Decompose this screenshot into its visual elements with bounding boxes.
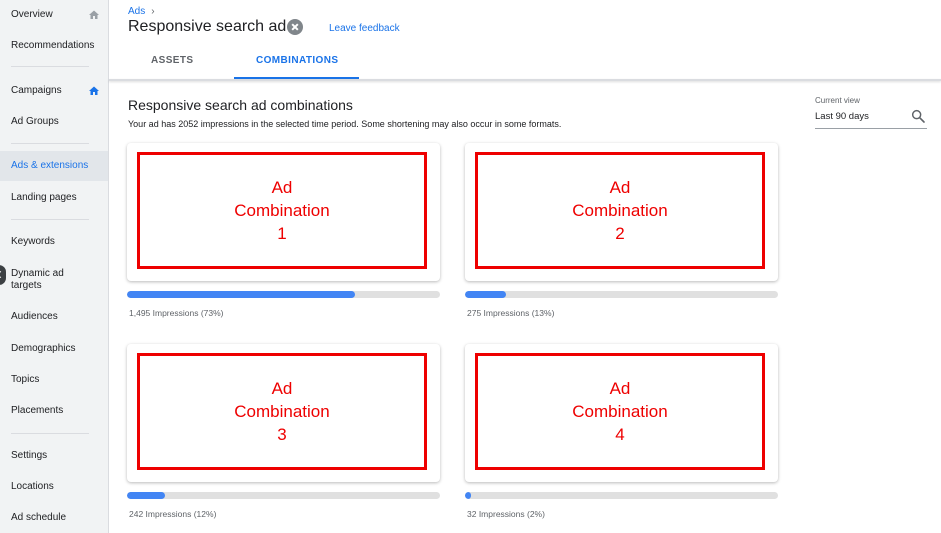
sidebar-item-label: Placements (11, 405, 64, 416)
sidebar-item-demographics[interactable]: Demographics (0, 343, 108, 355)
combination-number: 1 (277, 224, 287, 243)
sidebar-item-topics[interactable]: Topics (0, 374, 108, 386)
impressions-label: 275 Impressions (13%) (467, 308, 555, 318)
date-range-underline (815, 128, 927, 129)
sidebar-item-landing-pages[interactable]: Landing pages (0, 192, 108, 204)
combination-text: Combination (234, 201, 330, 220)
impressions-bar (465, 492, 778, 499)
sidebar: Overview Recommendations Campaigns Ad Gr… (0, 0, 109, 533)
home-icon (89, 10, 99, 19)
tab-combinations[interactable]: COMBINATIONS (256, 55, 338, 66)
impressions-bar-fill (127, 291, 356, 298)
leave-feedback-link[interactable]: Leave feedback (329, 23, 400, 34)
combination-text: Ad (271, 379, 293, 398)
sidebar-item-label: Locations (11, 481, 54, 492)
sidebar-item-label: Keywords (11, 236, 55, 247)
sidebar-item-audiences[interactable]: Audiences (0, 311, 108, 323)
sidebar-item-label: Settings (11, 450, 48, 461)
sidebar-item-ad-schedule[interactable]: Ad schedule (0, 512, 108, 524)
breadcrumb-link-ads[interactable]: Ads (128, 6, 145, 17)
sidebar-item-label: Landing pages (11, 192, 77, 203)
sidebar-item-label: Overview (11, 9, 53, 20)
combination-number: 2 (615, 224, 625, 243)
search-icon[interactable] (910, 108, 926, 124)
sidebar-item-dynamic-ad-targets[interactable]: Dynamic ad targets (0, 268, 80, 292)
date-range-selector[interactable]: Last 90 days (815, 111, 869, 122)
sidebar-item-settings[interactable]: Settings (0, 450, 108, 462)
combination-text: Ad (609, 379, 631, 398)
breadcrumb: Ads › (128, 6, 155, 17)
sidebar-item-locations[interactable]: Locations (0, 481, 108, 493)
sidebar-item-label: Campaigns (11, 85, 62, 96)
sidebar-item-ad-groups[interactable]: Ad Groups (0, 116, 108, 128)
combination-text: Combination (572, 402, 668, 421)
chevron-right-icon: › (151, 6, 155, 17)
impressions-label: 1,495 Impressions (73%) (129, 308, 224, 318)
impressions-bar (127, 291, 440, 298)
sidebar-item-overview[interactable]: Overview (0, 9, 108, 21)
impressions-bar (127, 492, 440, 499)
sidebar-item-label: Demographics (11, 343, 76, 354)
page-title: Responsive search ad (128, 18, 287, 35)
sidebar-item-keywords[interactable]: Keywords (0, 236, 108, 248)
header-divider (109, 79, 941, 81)
impressions-bar-fill (127, 492, 165, 499)
sidebar-item-label: Audiences (11, 311, 58, 322)
sidebar-item-placements[interactable]: Placements (0, 405, 108, 417)
sidebar-item-recommendations[interactable]: Recommendations (0, 40, 108, 52)
sidebar-divider (11, 433, 89, 434)
combination-text: Ad (609, 178, 631, 197)
sidebar-divider (11, 219, 89, 220)
combination-card[interactable]: Ad Combination 3 (127, 344, 440, 482)
combination-text: Ad (271, 178, 293, 197)
sidebar-divider (11, 66, 89, 67)
sidebar-item-label: Dynamic ad targets (11, 268, 64, 291)
ad-combination-preview: Ad Combination 1 (137, 152, 427, 269)
tab-assets[interactable]: ASSETS (151, 55, 193, 66)
home-icon (89, 86, 99, 95)
impressions-label: 32 Impressions (2%) (467, 509, 545, 519)
combination-card[interactable]: Ad Combination 4 (465, 344, 778, 482)
sidebar-item-label: Ads & extensions (11, 160, 89, 171)
sidebar-item-label: Ad Groups (11, 116, 59, 127)
combination-number: 3 (277, 425, 287, 444)
combination-number: 4 (615, 425, 625, 444)
ad-combination-preview: Ad Combination 3 (137, 353, 427, 470)
sidebar-item-label: Topics (11, 374, 40, 385)
sidebar-item-campaigns[interactable]: Campaigns (0, 85, 108, 97)
ad-combination-preview: Ad Combination 4 (475, 353, 765, 470)
ad-combination-preview: Ad Combination 2 (475, 152, 765, 269)
combination-text: Combination (234, 402, 330, 421)
section-subtitle: Your ad has 2052 impressions in the sele… (128, 119, 562, 129)
impressions-label: 242 Impressions (12%) (129, 509, 217, 519)
section-title: Responsive search ad combinations (128, 97, 353, 113)
current-view-label: Current view (815, 96, 860, 105)
combination-text: Combination (572, 201, 668, 220)
combination-card[interactable]: Ad Combination 2 (465, 143, 778, 281)
close-icon[interactable] (287, 19, 303, 35)
sidebar-item-label: Recommendations (11, 40, 95, 51)
sidebar-item-label: Ad schedule (11, 512, 67, 523)
impressions-bar-fill (465, 291, 506, 298)
combination-card[interactable]: Ad Combination 1 (127, 143, 440, 281)
impressions-bar-fill (465, 492, 472, 499)
sidebar-item-ads-extensions[interactable]: Ads & extensions (0, 151, 108, 181)
sidebar-divider (11, 143, 89, 144)
impressions-bar (465, 291, 778, 298)
